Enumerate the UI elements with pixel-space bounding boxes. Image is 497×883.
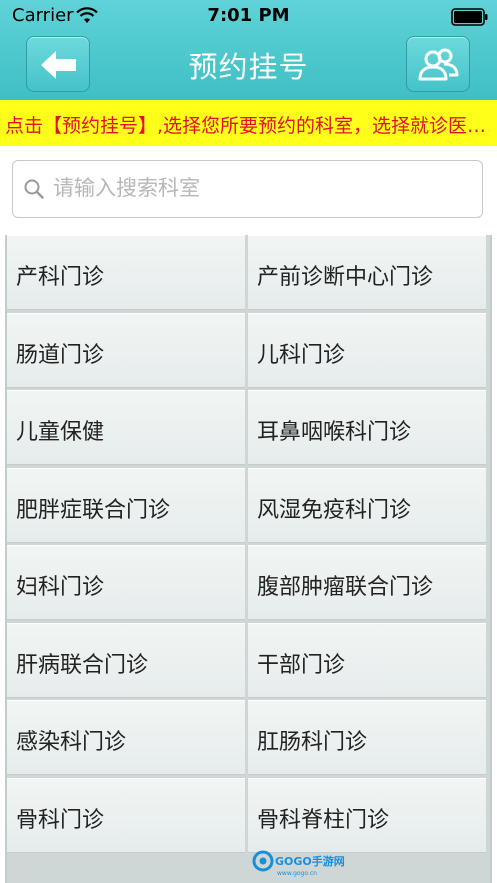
- department-item-gangchang[interactable]: 肛肠科门诊: [248, 700, 486, 775]
- department-item-feipang[interactable]: 肥胖症联合门诊: [7, 467, 245, 543]
- department-item-erke[interactable]: 儿科门诊: [248, 312, 486, 388]
- department-item-fubu[interactable]: 腹部肿瘤联合门诊: [248, 545, 486, 620]
- app-screen: Carrier 7:01 PM 预约挂号 点击【预约挂号】,选择您所要预约的科室…: [0, 0, 497, 883]
- department-item-fuke[interactable]: 妇科门诊: [7, 545, 245, 620]
- department-grid: 产科门诊 产前诊断中心门诊 肠道门诊 儿科门诊 儿童保健 耳鼻咽喉科门诊 肥胖症…: [5, 235, 492, 883]
- department-item-ertong[interactable]: 儿童保健: [7, 390, 245, 465]
- department-item-ganbing[interactable]: 肝病联合门诊: [7, 622, 245, 698]
- watermark-brand: GOGO手游网: [275, 854, 345, 868]
- department-label: 儿科门诊: [257, 342, 346, 368]
- department-label: 产科门诊: [16, 265, 105, 290]
- search-box[interactable]: [12, 160, 483, 218]
- department-label: 干部门诊: [257, 652, 346, 678]
- search-icon: [24, 179, 44, 199]
- department-label: 妇科门诊: [16, 575, 105, 600]
- department-item-changdao[interactable]: 肠道门诊: [7, 312, 245, 388]
- department-item-chanke[interactable]: 产科门诊: [7, 235, 245, 310]
- department-item-guke-jizhu[interactable]: 骨科脊柱门诊: [248, 777, 486, 853]
- search-section: [0, 146, 497, 235]
- search-input[interactable]: [53, 170, 463, 206]
- arrow-left-icon: [41, 51, 76, 79]
- department-label: 产前诊断中心门诊: [257, 265, 434, 290]
- department-label: 肝病联合门诊: [16, 652, 149, 678]
- department-label: 骨科门诊: [16, 807, 105, 833]
- notice-bar: 点击【预约挂号】,选择您所要预约的科室，选择就诊医生及时间: [0, 100, 497, 146]
- watermark-url: www.gogo.cn: [277, 870, 317, 877]
- department-item-fengshi[interactable]: 风湿免疫科门诊: [248, 467, 486, 543]
- department-item-guke[interactable]: 骨科门诊: [7, 777, 245, 853]
- department-item-chanqian[interactable]: 产前诊断中心门诊: [248, 235, 486, 310]
- department-label: 风湿免疫科门诊: [257, 497, 412, 523]
- status-time: 7:01 PM: [207, 5, 290, 26]
- battery-icon: [451, 8, 488, 26]
- department-label: 感染科门诊: [16, 730, 127, 755]
- department-label: 腹部肿瘤联合门诊: [257, 575, 434, 600]
- department-label: 肛肠科门诊: [257, 730, 368, 755]
- department-item-ganran[interactable]: 感染科门诊: [7, 700, 245, 775]
- department-label: 骨科脊柱门诊: [257, 807, 390, 833]
- page-title: 预约挂号: [188, 50, 309, 84]
- department-item-ganbu[interactable]: 干部门诊: [248, 622, 486, 698]
- users-button[interactable]: [406, 36, 470, 92]
- department-label: 耳鼻咽喉科门诊: [257, 420, 412, 445]
- watermark-logo: GOGO手游网 www.gogo.cn: [252, 850, 345, 877]
- header: Carrier 7:01 PM 预约挂号: [0, 0, 497, 101]
- department-label: 儿童保健: [16, 420, 105, 445]
- status-bar: Carrier 7:01 PM: [0, 0, 497, 33]
- department-item-erbi[interactable]: 耳鼻咽喉科门诊: [248, 390, 486, 465]
- department-label: 肠道门诊: [16, 342, 105, 368]
- users-icon: [418, 48, 459, 81]
- department-label: 肥胖症联合门诊: [16, 497, 171, 523]
- back-button[interactable]: [26, 36, 90, 92]
- notice-text: 点击【预约挂号】,选择您所要预约的科室，选择就诊医生及时间: [5, 115, 492, 137]
